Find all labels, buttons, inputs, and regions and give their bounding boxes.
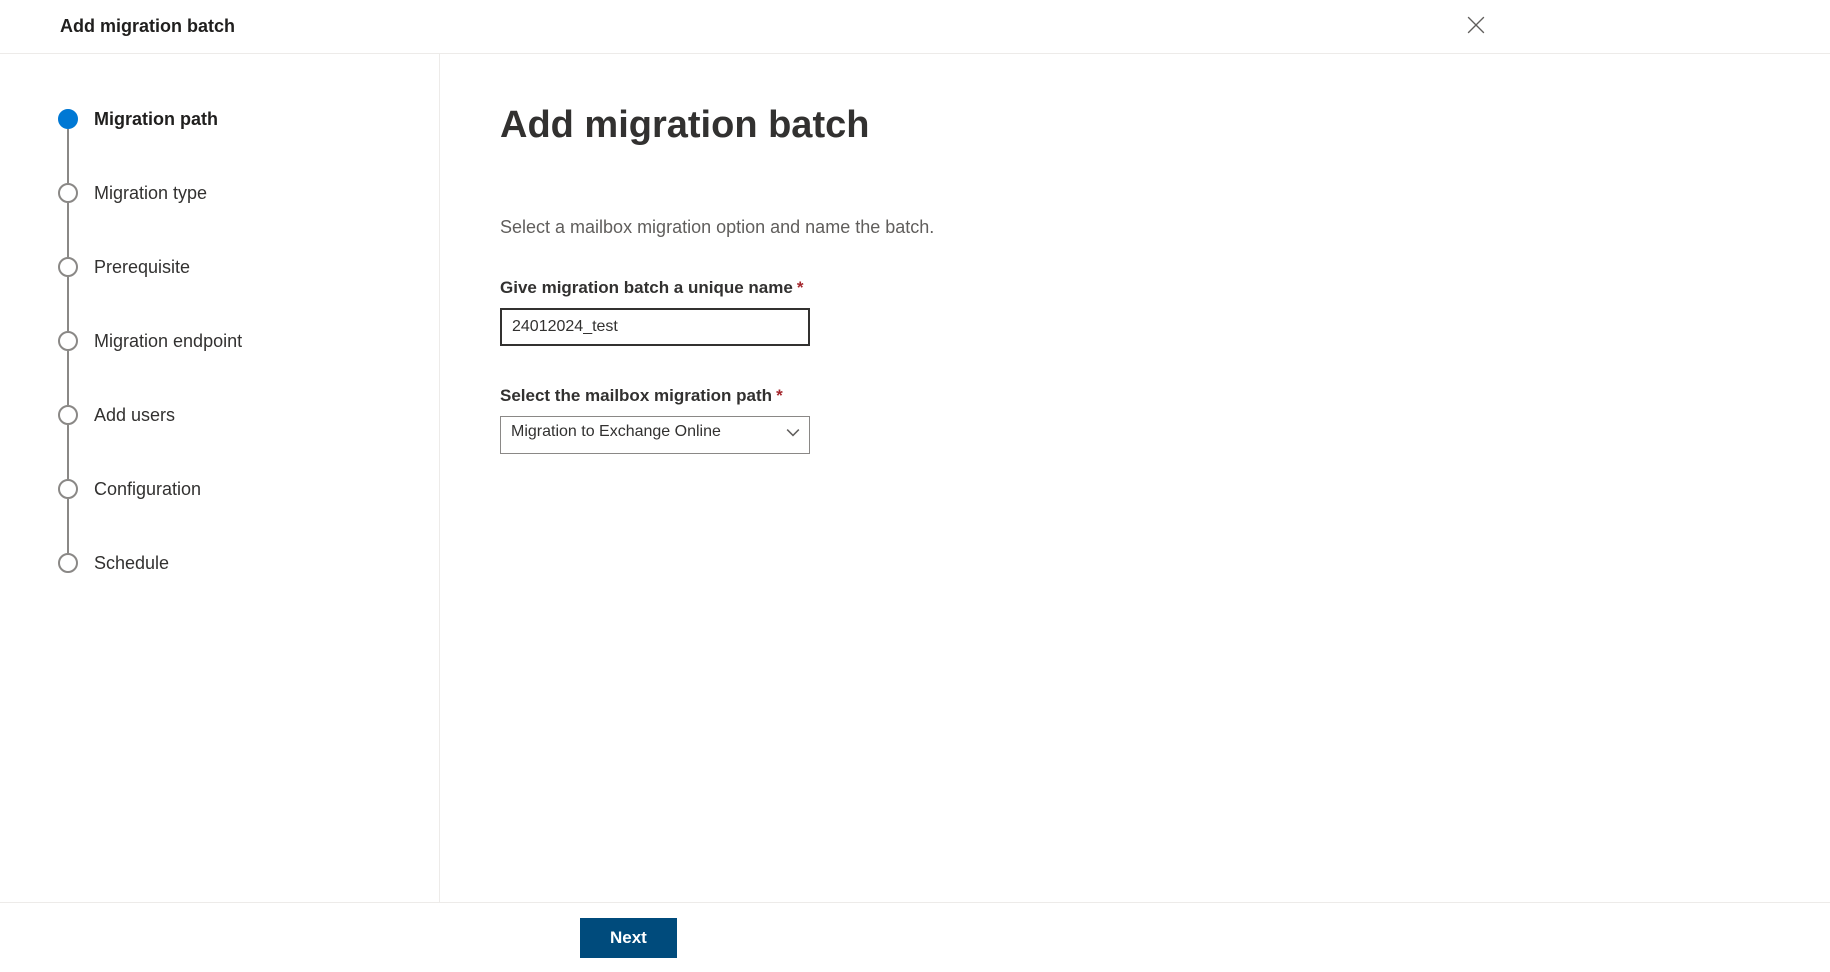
migration-path-select[interactable]: Migration to Exchange Online: [500, 416, 810, 454]
step-marker-icon: [58, 553, 78, 573]
step-marker-icon: [58, 331, 78, 351]
close-icon: [1467, 16, 1485, 37]
wizard-sidebar: Migration path Migration type Prerequisi…: [0, 54, 440, 902]
batch-name-label: Give migration batch a unique name*: [500, 278, 1830, 298]
step-configuration[interactable]: Configuration: [58, 479, 439, 553]
content-wrapper: Migration path Migration type Prerequisi…: [0, 54, 1830, 902]
close-button[interactable]: [1456, 7, 1496, 47]
dialog-footer: Next: [0, 902, 1830, 972]
step-label: Migration type: [94, 183, 207, 203]
migration-path-label-text: Select the mailbox migration path: [500, 386, 772, 405]
step-marker-icon: [58, 405, 78, 425]
step-connector: [67, 425, 69, 479]
step-label: Prerequisite: [94, 257, 190, 277]
batch-name-label-text: Give migration batch a unique name: [500, 278, 793, 297]
migration-path-label: Select the mailbox migration path*: [500, 386, 1830, 406]
step-label: Migration path: [94, 109, 218, 129]
migration-path-select-wrapper: Migration to Exchange Online: [500, 416, 810, 454]
step-marker-icon: [58, 109, 78, 129]
migration-path-group: Select the mailbox migration path* Migra…: [500, 386, 1830, 454]
step-connector: [67, 203, 69, 257]
step-label: Schedule: [94, 553, 169, 573]
step-label: Add users: [94, 405, 175, 425]
page-title: Add migration batch: [500, 104, 1830, 147]
step-schedule[interactable]: Schedule: [58, 553, 439, 573]
step-connector: [67, 499, 69, 553]
next-button[interactable]: Next: [580, 918, 677, 958]
dialog-title: Add migration batch: [60, 16, 235, 37]
required-indicator: *: [797, 278, 804, 297]
step-connector: [67, 351, 69, 405]
step-migration-path[interactable]: Migration path: [58, 109, 439, 183]
step-migration-type[interactable]: Migration type: [58, 183, 439, 257]
page-subtitle: Select a mailbox migration option and na…: [500, 217, 1830, 238]
main-panel: Add migration batch Select a mailbox mig…: [440, 54, 1830, 902]
step-connector: [67, 277, 69, 331]
step-migration-endpoint[interactable]: Migration endpoint: [58, 331, 439, 405]
step-marker-icon: [58, 257, 78, 277]
dialog-header: Add migration batch: [0, 0, 1830, 54]
step-label: Configuration: [94, 479, 201, 499]
batch-name-input[interactable]: [500, 308, 810, 346]
step-add-users[interactable]: Add users: [58, 405, 439, 479]
required-indicator: *: [776, 386, 783, 405]
step-list: Migration path Migration type Prerequisi…: [58, 109, 439, 573]
step-marker-icon: [58, 183, 78, 203]
batch-name-group: Give migration batch a unique name*: [500, 278, 1830, 346]
step-label: Migration endpoint: [94, 331, 242, 351]
step-marker-icon: [58, 479, 78, 499]
step-prerequisite[interactable]: Prerequisite: [58, 257, 439, 331]
step-connector: [67, 129, 69, 183]
